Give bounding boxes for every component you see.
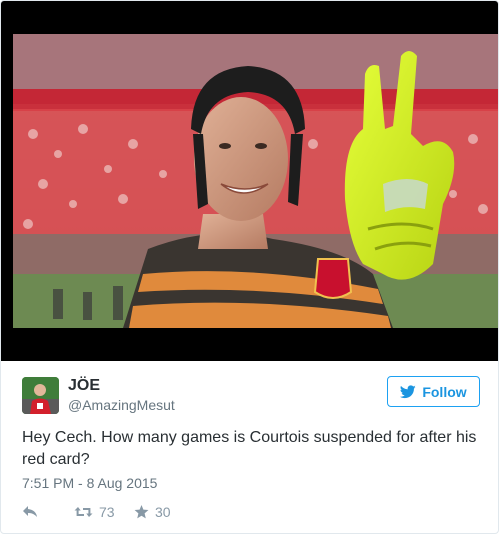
video-frame-goalkeeper-waving (13, 34, 498, 328)
star-icon (134, 505, 149, 519)
follow-button[interactable]: Follow (387, 376, 480, 407)
like-button[interactable]: 30 (134, 504, 171, 520)
like-count: 30 (155, 504, 171, 520)
twitter-bird-icon (400, 384, 417, 398)
avatar-image (22, 377, 59, 414)
reply-arrow-icon (23, 506, 37, 517)
retweet-icon (74, 507, 93, 517)
embedded-video[interactable] (1, 1, 498, 361)
user-display-name[interactable]: JÖE (68, 377, 100, 395)
follow-button-label: Follow (422, 383, 467, 400)
retweet-button[interactable]: 73 (74, 504, 124, 520)
user-avatar[interactable] (22, 377, 59, 414)
reply-button[interactable] (22, 505, 62, 519)
user-handle[interactable]: @AmazingMesut (68, 397, 175, 413)
embedded-tweet-card: JÖE @AmazingMesut Follow Hey Cech. How m… (0, 0, 499, 534)
tweet-timestamp[interactable]: 7:51 PM - 8 Aug 2015 (22, 475, 157, 491)
tweet-actions: 73 30 (22, 503, 171, 521)
retweet-count: 73 (99, 504, 115, 520)
tweet-text: Hey Cech. How many games is Courtois sus… (22, 429, 477, 468)
video-still-image (13, 34, 498, 328)
